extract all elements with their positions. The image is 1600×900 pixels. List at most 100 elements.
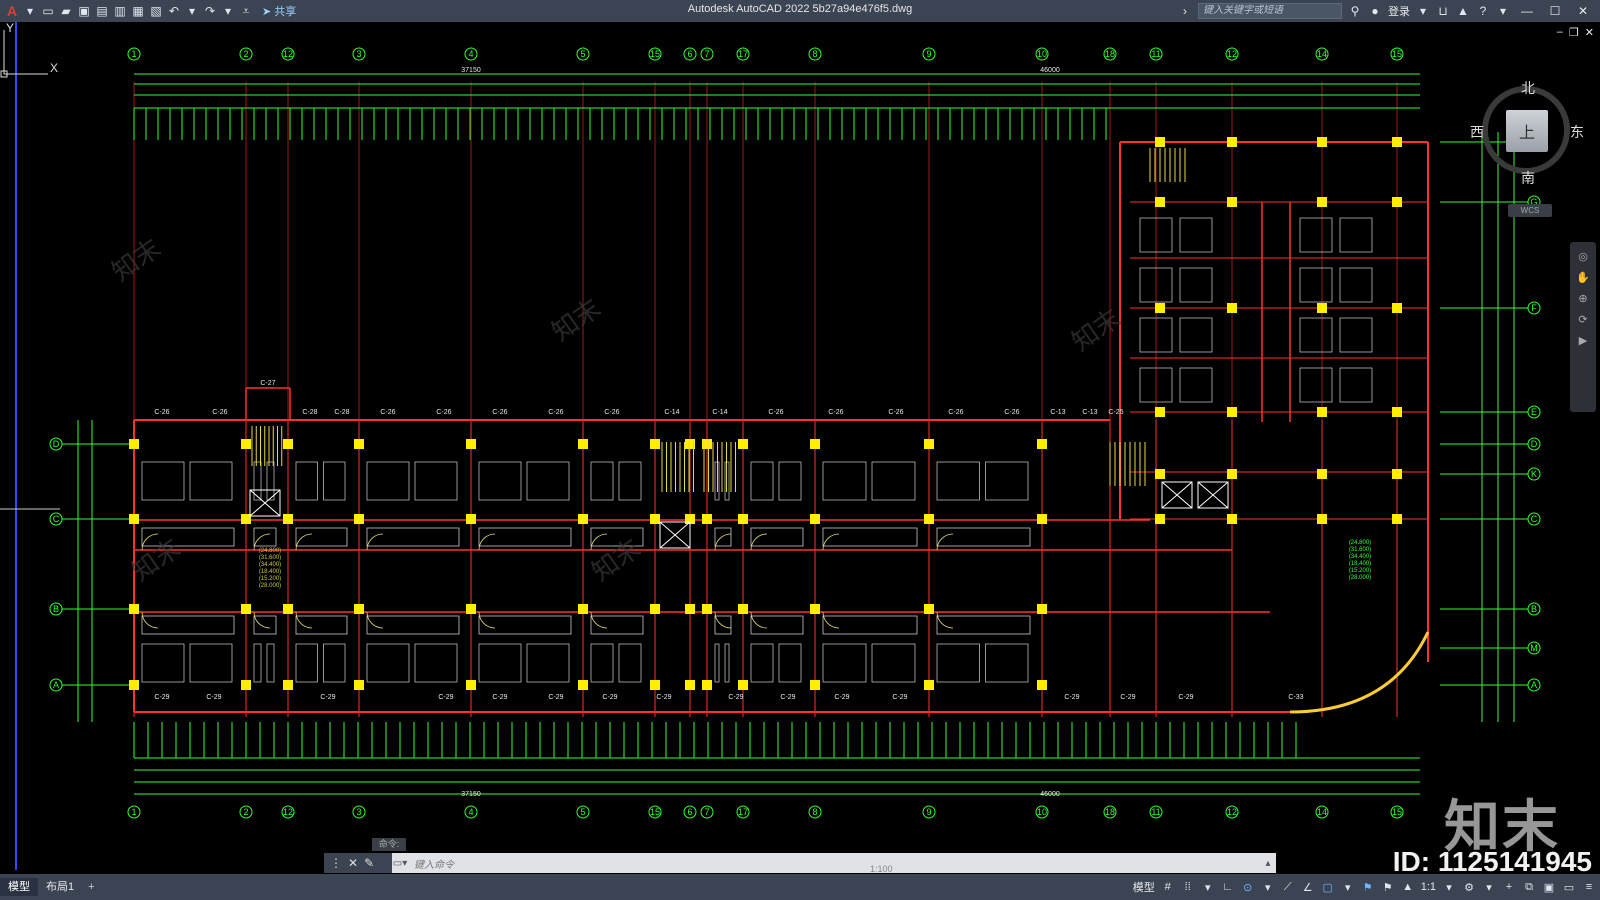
furniture [323, 643, 346, 683]
pan-icon[interactable]: ✋ [1576, 271, 1590, 284]
customization-menu-icon[interactable]: ≡ [1582, 881, 1596, 893]
login-dropdown-icon[interactable]: ▾ [1416, 4, 1430, 18]
cube-top-face[interactable]: 上 [1506, 110, 1548, 152]
redo-dropdown-icon[interactable]: ▾ [220, 3, 236, 19]
column [578, 604, 588, 614]
plot-icon[interactable]: ▧ [148, 3, 164, 19]
window-label-bottom: C-29 [492, 694, 507, 701]
open-file-icon[interactable]: ▰ [58, 3, 74, 19]
furniture [295, 643, 318, 683]
furniture [1299, 267, 1333, 303]
redo-icon[interactable]: ↷ [202, 3, 218, 19]
search-expand-icon[interactable]: › [1178, 4, 1192, 18]
share-button[interactable]: ➤ 共享 [262, 3, 296, 19]
bathroom-fixture [822, 527, 918, 547]
steering-wheel-icon[interactable]: ◎ [1578, 250, 1588, 263]
window-label-top: C-26 [436, 409, 451, 416]
scale-dropdown-icon[interactable]: ▾ [1442, 881, 1456, 894]
model-space-button[interactable]: 模型 [1133, 879, 1155, 895]
zoom-extents-icon[interactable]: ⊕ [1578, 292, 1587, 305]
furniture [526, 643, 570, 683]
view-cube[interactable]: 上 北 南 东 西 WCS [1470, 80, 1584, 217]
wcs-menu[interactable]: WCS [1508, 204, 1552, 217]
save-icon[interactable]: ▣ [76, 3, 92, 19]
command-recent-icon[interactable]: ▭▾ [392, 858, 408, 869]
annotation-scale-icon[interactable]: ▲ [1401, 881, 1415, 893]
login-link[interactable]: 登录 [1388, 3, 1410, 19]
annotation-scale-value[interactable]: 1:1 [1421, 881, 1436, 893]
orbit-icon[interactable]: ⟳ [1578, 313, 1587, 326]
doc-minimize-icon[interactable]: – [1557, 26, 1563, 39]
elevation-note: (28.000) [259, 583, 281, 589]
column [810, 439, 820, 449]
command-expand-icon[interactable]: ▴ [1260, 858, 1276, 869]
column [578, 680, 588, 690]
workspace-dropdown-icon[interactable]: ▾ [1482, 881, 1496, 894]
furniture [253, 643, 262, 683]
window-label-top: C-26 [212, 409, 227, 416]
elevation-note: (18.400) [259, 569, 281, 575]
command-grip-icon[interactable]: ⋮ [330, 856, 342, 870]
compass-south[interactable]: 南 [1521, 168, 1535, 188]
command-customize-icon[interactable]: ✎ [364, 856, 374, 870]
annotation-visibility-icon[interactable]: ⚑ [1361, 881, 1375, 894]
doc-restore-icon[interactable]: ❐ [1569, 26, 1579, 39]
add-layout-icon[interactable]: + [82, 881, 100, 893]
ortho-icon[interactable]: ∟ [1221, 881, 1235, 893]
workspace-gear-icon[interactable]: ⚙ [1462, 881, 1476, 894]
search-input[interactable]: 键入关键字或短语 [1198, 3, 1342, 19]
column [650, 514, 660, 524]
user-icon[interactable]: ● [1368, 4, 1382, 18]
save-as-icon[interactable]: ▤ [94, 3, 110, 19]
maximize-icon[interactable]: ☐ [1544, 4, 1566, 18]
command-close-icon[interactable]: ✕ [348, 856, 358, 870]
furniture [618, 643, 642, 683]
door-swing [750, 611, 768, 629]
minimize-icon[interactable]: — [1516, 4, 1538, 18]
plus-annotate-icon[interactable]: + [1502, 881, 1516, 893]
autocad-logo-icon[interactable]: A [4, 3, 20, 19]
search-icon[interactable]: ⚲ [1348, 4, 1362, 18]
auto-scale-icon[interactable]: ⚑ [1381, 881, 1395, 894]
save-web-icon[interactable]: ▦ [130, 3, 146, 19]
isodraft-icon[interactable]: ⟋ [1281, 881, 1295, 894]
help-dropdown-icon[interactable]: ▾ [1496, 4, 1510, 18]
furniture [1339, 317, 1373, 353]
axis-number-top: 12 [283, 49, 293, 59]
quick-access-toolbar: A ▾ ▭ ▰ ▣ ▤ ▥ ▦ ▧ ↶ ▾ ↷ ▾ ⩡ ➤ 共享 [0, 0, 296, 22]
object-snap-icon[interactable]: ▢ [1321, 881, 1335, 894]
undo-icon[interactable]: ↶ [166, 3, 182, 19]
compass-north[interactable]: 北 [1521, 78, 1535, 98]
polar-icon[interactable]: ⊙ [1241, 881, 1255, 894]
tab-layout1[interactable]: 布局1 [38, 878, 82, 896]
osnap-dropdown-icon[interactable]: ▾ [1341, 881, 1355, 894]
door-swing [295, 611, 313, 629]
autodesk-app-icon[interactable]: ▲ [1456, 4, 1470, 18]
doc-close-icon[interactable]: ✕ [1585, 26, 1594, 39]
help-icon[interactable]: ? [1476, 4, 1490, 18]
command-input[interactable]: 键入命令 [408, 856, 1260, 871]
clean-screen-icon[interactable]: ▭ [1562, 881, 1576, 894]
cart-icon[interactable]: ⊔ [1436, 4, 1450, 18]
drawing-canvas[interactable]: 1 1 2 2 12 12 3 3 4 4 5 5 15 15 6 6 7 7 17 17 8 8 9 9 10 10 18 18 11… [0, 22, 1600, 870]
customize-qat-icon[interactable]: ⩡ [238, 3, 254, 19]
compass-east[interactable]: 东 [1570, 122, 1584, 142]
polar-dropdown-icon[interactable]: ▾ [1261, 881, 1275, 894]
open-web-icon[interactable]: ▥ [112, 3, 128, 19]
hardware-acceleration-icon[interactable]: ▣ [1542, 881, 1556, 894]
snap-icon[interactable]: ⁞⁞ [1181, 881, 1195, 893]
compass-west[interactable]: 西 [1470, 122, 1484, 142]
new-file-icon[interactable]: ▭ [40, 3, 56, 19]
undo-dropdown-icon[interactable]: ▾ [184, 3, 200, 19]
snap-dropdown-icon[interactable]: ▾ [1201, 881, 1215, 894]
furniture [189, 643, 233, 683]
axis-number-bottom: 7 [704, 807, 709, 817]
close-icon[interactable]: ✕ [1572, 4, 1594, 18]
app-menu-arrow-icon[interactable]: ▾ [22, 3, 38, 19]
object-snap-tracking-icon[interactable]: ∠ [1301, 881, 1315, 894]
isolate-objects-icon[interactable]: ⧉ [1522, 881, 1536, 894]
grid-icon[interactable]: # [1161, 881, 1175, 893]
tab-model[interactable]: 模型 [0, 878, 38, 896]
column [1317, 303, 1327, 313]
showmotion-icon[interactable]: ▶ [1579, 334, 1587, 347]
